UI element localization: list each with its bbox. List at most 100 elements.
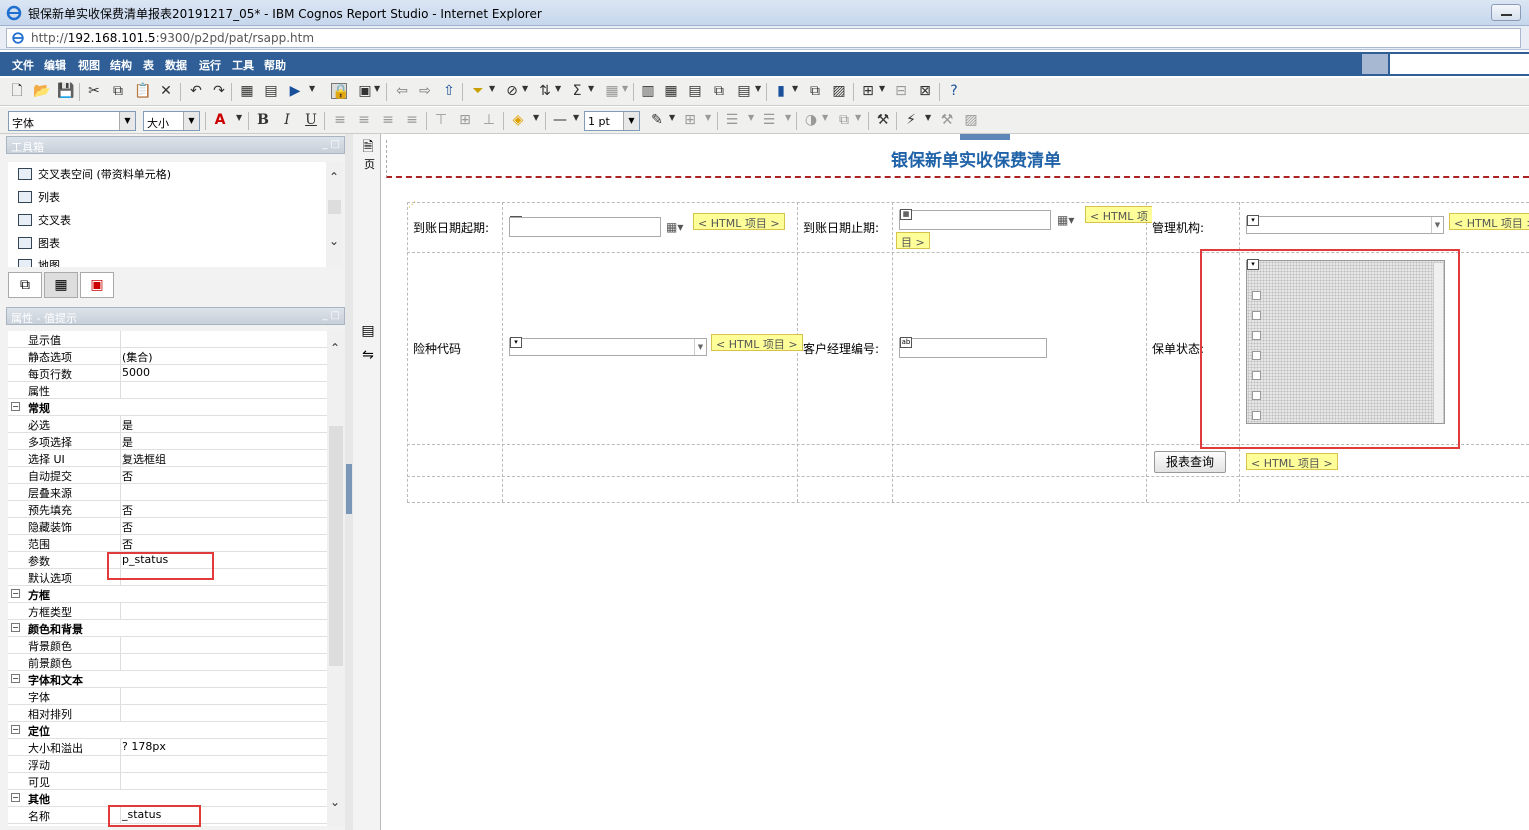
suppress-icon[interactable]: ⊘ [504, 83, 520, 99]
style-dropdown-icon[interactable]: ▼ [822, 113, 828, 122]
group-icon[interactable]: ▥ [640, 83, 656, 99]
toolbox-item[interactable]: 地图 [18, 257, 60, 267]
fill-color-dropdown-icon[interactable]: ▼ [533, 113, 539, 122]
bullets-dropdown-icon[interactable]: ▼ [748, 113, 754, 122]
valign-top-icon[interactable]: ⊤ [433, 112, 449, 128]
sort-icon[interactable]: ⇅ [537, 83, 553, 99]
suppress-dropdown-icon[interactable]: ▼ [522, 84, 528, 93]
scroll-thumb[interactable] [328, 200, 341, 214]
run-dropdown-icon[interactable]: ▼ [309, 84, 315, 93]
apply-style-icon[interactable]: ⚡ [903, 112, 919, 128]
chart-options-icon[interactable]: ⧉ [807, 83, 823, 99]
help-icon[interactable]: ? [946, 83, 962, 99]
condition-explorer-icon[interactable]: ⇋ [359, 346, 377, 364]
conditional-style-icon[interactable]: ⚒ [939, 112, 955, 128]
align-center-icon[interactable]: ≡ [356, 112, 372, 128]
filter-dropdown-icon[interactable]: ▼ [489, 84, 495, 93]
toolbox-item[interactable]: 列表 [18, 189, 60, 207]
sort-dropdown-icon[interactable]: ▼ [555, 84, 561, 93]
lock-icon[interactable]: 🔒 [331, 83, 349, 100]
calculate-dropdown-icon[interactable]: ▼ [622, 84, 628, 93]
html-item[interactable]: < HTML 项 [1085, 206, 1152, 223]
property-group[interactable]: − 颜色和背景 [8, 620, 327, 637]
html-item-wrap[interactable]: 目 > [896, 232, 930, 249]
property-row[interactable]: 浮动 [8, 756, 327, 773]
bullets-icon[interactable]: ☰ [724, 112, 740, 128]
tab-insertable-objects[interactable]: ⧉ [8, 272, 42, 298]
property-row[interactable]: 可见 [8, 773, 327, 790]
property-value[interactable]: 是 [122, 434, 133, 450]
scroll-up-icon[interactable]: ⌃ [330, 341, 340, 355]
table-handle-icon[interactable]: ⋰ [408, 200, 416, 209]
html-item[interactable]: < HTML 项目 > [1246, 453, 1338, 470]
open-icon[interactable]: 📂 [33, 83, 50, 99]
apply-style-dropdown-icon[interactable]: ▼ [925, 113, 931, 122]
end-date-input[interactable] [899, 210, 1051, 230]
property-value[interactable]: 否 [122, 502, 133, 518]
calculate-icon[interactable]: ▦ [604, 83, 620, 99]
filter-icon[interactable]: ⏷ [470, 83, 486, 99]
align-left-icon[interactable]: ≡ [332, 112, 348, 128]
pick-up-style-icon[interactable]: ⚒ [875, 112, 891, 128]
back-icon[interactable]: ⇦ [394, 83, 410, 99]
chart-icon[interactable]: ▮ [773, 83, 789, 99]
line-style-dropdown-icon[interactable]: ▼ [573, 113, 579, 122]
xml-icon[interactable]: ▤ [263, 83, 279, 99]
org-select[interactable]: ▼ [1246, 216, 1444, 234]
justify-icon[interactable]: ≡ [404, 112, 420, 128]
valign-middle-icon[interactable]: ⊞ [457, 112, 473, 128]
property-value[interactable]: 5000 [122, 366, 150, 379]
scroll-thumb[interactable] [329, 426, 343, 666]
line-width-select[interactable]: 1 pt ▼ [584, 111, 640, 131]
tab-toolbox[interactable]: ▣ [80, 272, 114, 298]
font-select[interactable]: 字体 ▼ [8, 111, 136, 131]
property-row[interactable]: 选择 UI 复选框组 [8, 450, 327, 467]
scroll-down-icon[interactable]: ⌄ [329, 234, 339, 248]
property-group[interactable]: − 方框 [8, 586, 327, 603]
toolbox-scrollbar[interactable]: ⌃ ⌄ [326, 162, 343, 267]
undo-icon[interactable]: ↶ [188, 83, 204, 99]
start-date-input[interactable] [509, 217, 661, 237]
section-icon[interactable]: ▦ [663, 83, 679, 99]
toolbox-item[interactable]: 交叉表空间 (带资料单元格) [18, 166, 171, 184]
collapse-icon[interactable]: − [11, 589, 20, 598]
insert-table-dropdown-icon[interactable]: ▼ [755, 84, 761, 93]
page-explorer-icon[interactable]: 🗎 [359, 138, 377, 156]
borders-icon[interactable]: ⊞ [682, 112, 698, 128]
chart-format-icon[interactable]: ▨ [831, 83, 847, 99]
property-row[interactable]: 层叠来源 [8, 484, 327, 501]
property-value[interactable]: 复选框组 [122, 451, 166, 467]
collapse-icon[interactable]: − [11, 725, 20, 734]
menu-file[interactable]: 文件 [12, 57, 34, 73]
style-icon[interactable]: ◑ [803, 112, 819, 128]
property-value[interactable]: 否 [122, 468, 133, 484]
up-icon[interactable]: ⇧ [441, 83, 457, 99]
collapse-icon[interactable]: − [11, 674, 20, 683]
splitter-grip[interactable] [346, 464, 352, 514]
property-value[interactable]: 是 [122, 417, 133, 433]
property-row[interactable]: 必选 是 [8, 416, 327, 433]
property-row[interactable]: 自动提交 否 [8, 467, 327, 484]
property-row[interactable]: 每页行数 5000 [8, 365, 327, 382]
align-right-icon[interactable]: ≡ [380, 112, 396, 128]
split-cells-icon[interactable]: ⊠ [917, 83, 933, 99]
collapse-icon[interactable]: − [11, 402, 20, 411]
italic-icon[interactable]: I [279, 112, 295, 128]
property-row[interactable]: 前景颜色 [8, 654, 327, 671]
property-row[interactable]: 静态选项 (集合) [8, 348, 327, 365]
delete-icon[interactable]: ✕ [158, 83, 174, 99]
property-value[interactable]: 否 [122, 519, 133, 535]
menu-run[interactable]: 运行 [199, 57, 221, 73]
table-grid-dropdown-icon[interactable]: ▼ [879, 84, 885, 93]
calendar-icon[interactable]: ▦▾ [1057, 213, 1074, 227]
indent-icon[interactable]: ☰ [761, 112, 777, 128]
property-row[interactable]: 隐藏装饰 否 [8, 518, 327, 535]
image-icon[interactable]: ▨ [963, 112, 979, 128]
manager-no-input[interactable] [899, 338, 1047, 358]
properties-scrollbar[interactable]: ⌃ ⌄ [327, 331, 345, 826]
property-value[interactable]: ? 178px [122, 740, 166, 753]
menu-tools[interactable]: 工具 [232, 57, 254, 73]
underline-icon[interactable]: U [303, 112, 319, 128]
page-layout-dropdown-icon[interactable]: ▼ [374, 84, 380, 93]
menu-data[interactable]: 数据 [165, 57, 187, 73]
